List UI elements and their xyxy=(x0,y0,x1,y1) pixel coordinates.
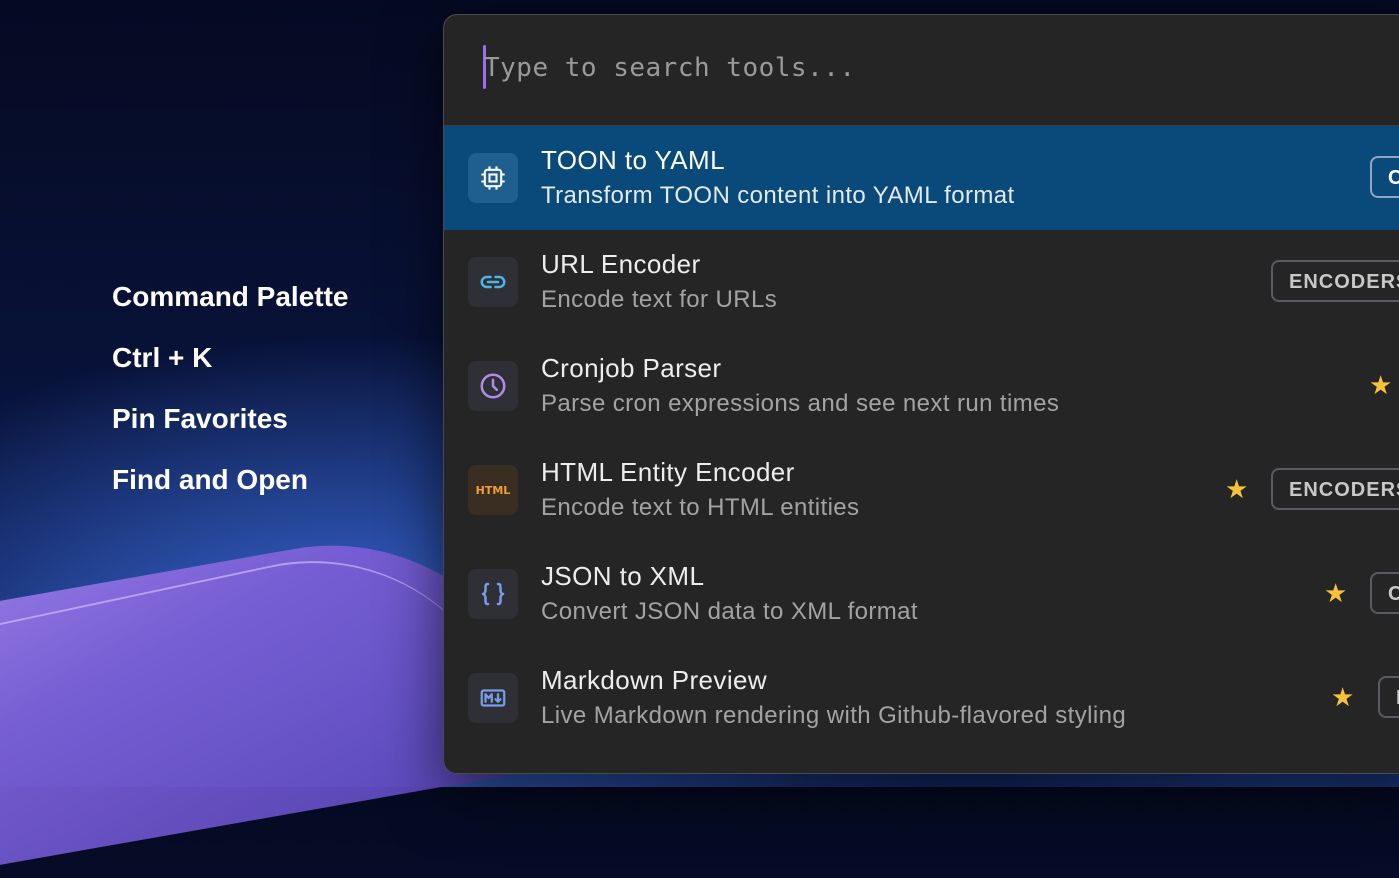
clock-icon xyxy=(468,361,518,411)
feature-item: Find and Open xyxy=(112,464,308,495)
star-icon[interactable]: ★ xyxy=(1369,372,1395,398)
search-input[interactable] xyxy=(482,45,1286,91)
markdown-icon xyxy=(468,673,518,723)
tool-description: Encode text to HTML entities xyxy=(541,494,860,521)
tool-title: URL Encoder xyxy=(541,249,701,279)
html-icon: HTML xyxy=(468,465,518,515)
tool-description: Convert JSON data to XML format xyxy=(541,598,918,625)
category-badge[interactable]: C xyxy=(1370,156,1399,198)
feature-item: Ctrl + K xyxy=(112,342,213,373)
tool-title: Markdown Preview xyxy=(541,665,768,695)
tool-item-toon-to-yaml[interactable]: TOON to YAML Transform TOON content into… xyxy=(444,126,1399,230)
feature-item: Pin Favorites xyxy=(112,403,288,434)
chip-icon xyxy=(468,153,518,203)
tool-item-cronjob-parser[interactable]: Cronjob Parser Parse cron expressions an… xyxy=(444,334,1399,438)
tool-description: Encode text for URLs xyxy=(541,286,778,313)
category-badge[interactable]: I xyxy=(1378,676,1399,718)
tool-item-markdown-preview[interactable]: Markdown Preview Live Markdown rendering… xyxy=(444,646,1399,750)
tool-description: Transform TOON content into YAML format xyxy=(541,182,1015,209)
braces-icon xyxy=(468,569,518,619)
tool-description: Live Markdown rendering with Github-flav… xyxy=(541,702,1127,729)
tool-title: Cronjob Parser xyxy=(541,353,722,383)
category-badge[interactable]: C xyxy=(1370,572,1399,614)
category-badge[interactable]: ENCODERS xyxy=(1271,260,1399,302)
command-palette: TOON to YAML Transform TOON content into… xyxy=(443,14,1399,774)
tool-item-url-encoder[interactable]: URL Encoder Encode text for URLs ENCODER… xyxy=(444,230,1399,334)
star-icon[interactable]: ★ xyxy=(1225,476,1251,502)
tool-title: HTML Entity Encoder xyxy=(541,457,795,487)
feature-list: Command Palette Ctrl + K Pin Favorites F… xyxy=(112,282,349,526)
tool-description: Parse cron expressions and see next run … xyxy=(541,390,1060,417)
link-icon xyxy=(468,257,518,307)
category-badge[interactable]: ENCODERS xyxy=(1271,468,1399,510)
search-bar xyxy=(444,15,1399,126)
star-icon[interactable]: ★ xyxy=(1331,684,1357,710)
tool-title: JSON to XML xyxy=(541,561,705,591)
feature-item: Command Palette xyxy=(112,281,349,312)
tool-list: TOON to YAML Transform TOON content into… xyxy=(444,126,1399,750)
html-icon-label: HTML xyxy=(475,483,511,497)
star-icon[interactable]: ★ xyxy=(1324,580,1350,606)
tool-item-html-entity-encoder[interactable]: HTML HTML Entity Encoder Encode text to … xyxy=(444,438,1399,542)
tool-title: TOON to YAML xyxy=(541,145,725,175)
tool-item-json-to-xml[interactable]: JSON to XML Convert JSON data to XML for… xyxy=(444,542,1399,646)
